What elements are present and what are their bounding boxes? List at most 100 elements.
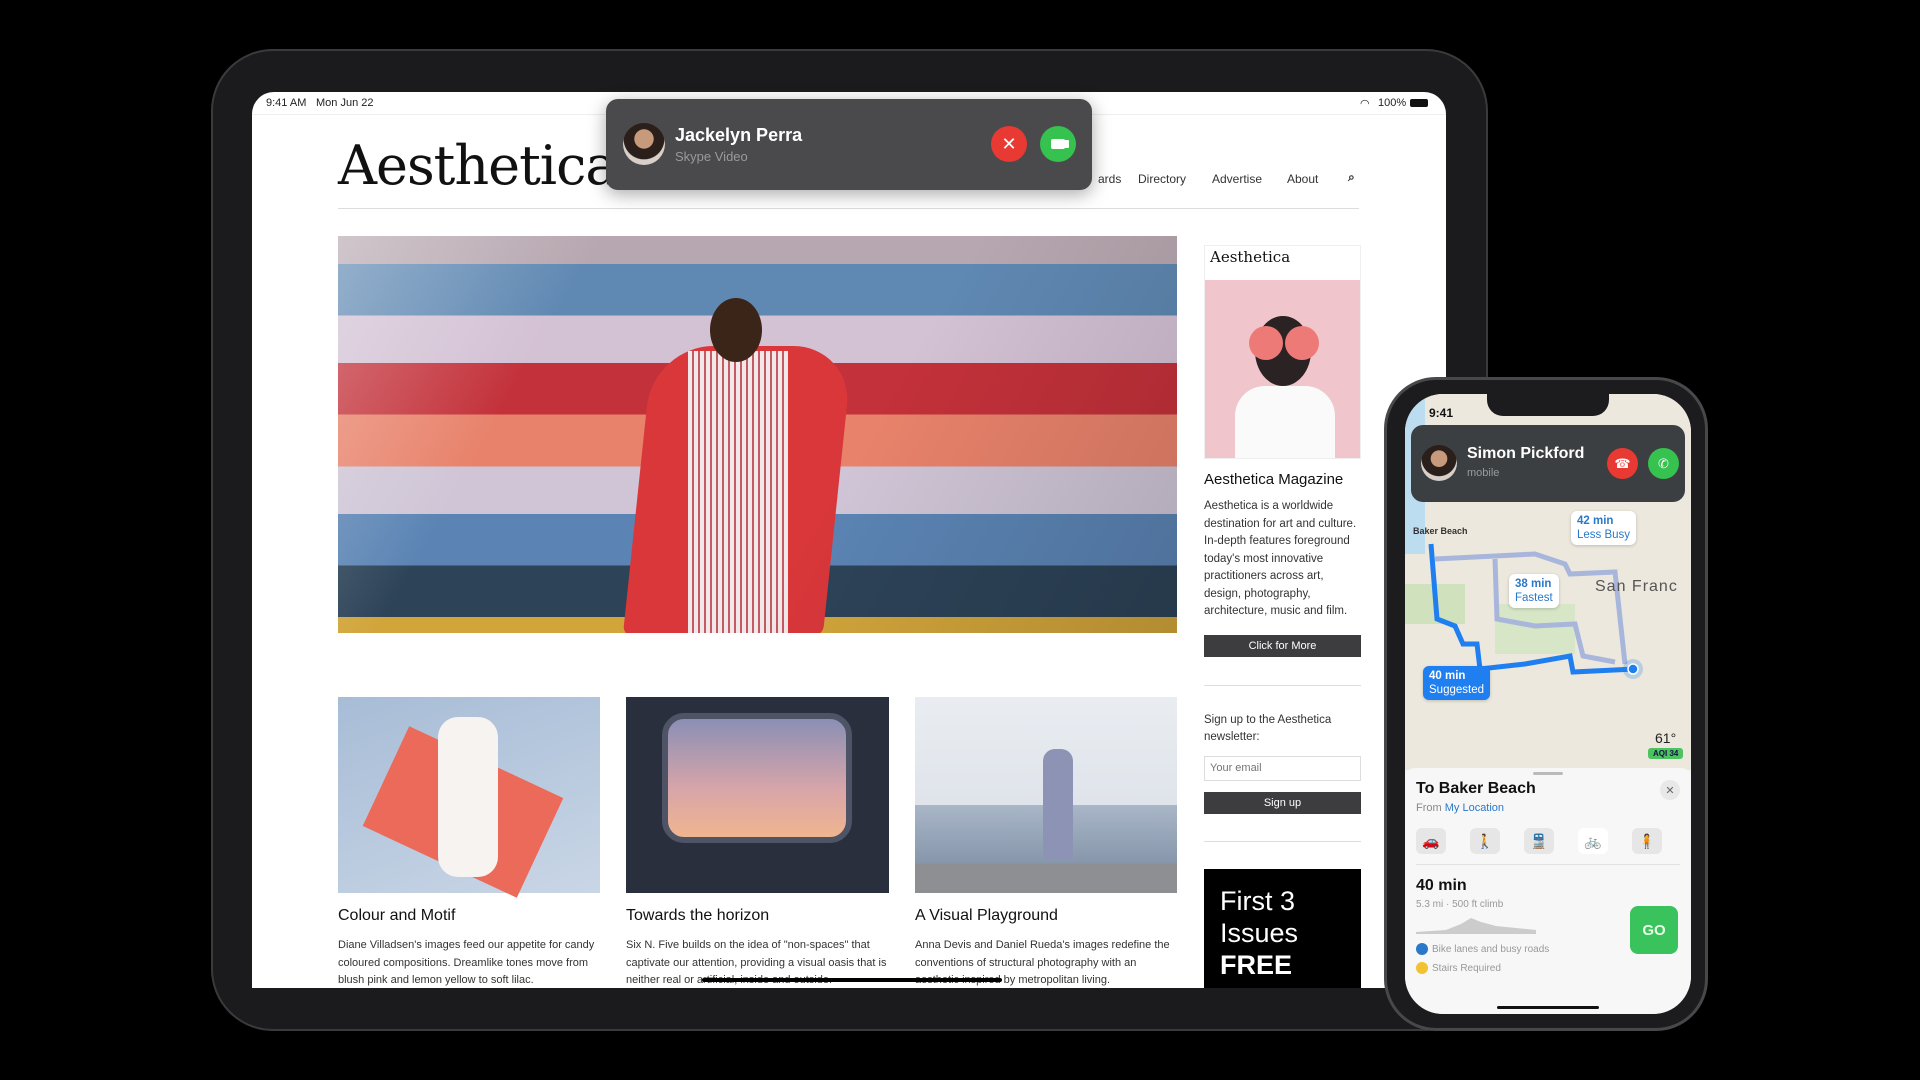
warning-icon [1416,962,1428,974]
white-figure [438,717,498,877]
article-card[interactable]: Colour and Motif Diane Villadsen's image… [338,697,600,988]
ipad-screen: 9:41 AM Mon Jun 22 ◠ 100% Aesthetica ard… [252,92,1446,988]
route-label: Less Busy [1577,529,1631,541]
directions-from: From My Location [1416,802,1504,814]
mode-rideshare-button[interactable]: 🧍 [1632,828,1662,854]
route-time: 40 min [1429,670,1466,682]
caller-name: Jackelyn Perra [675,125,803,145]
go-button[interactable]: GO [1630,906,1678,954]
route-label: Suggested [1429,684,1484,696]
current-location-icon [1627,663,1639,675]
site-logo[interactable]: Aesthetica [338,134,618,197]
divider [1416,864,1680,865]
nav-directory[interactable]: Directory [1138,172,1186,186]
nav-awards[interactable]: ards [1098,172,1121,186]
sidebar-divider-2 [1204,840,1361,842]
decline-button[interactable]: ☎ [1607,448,1638,479]
click-for-more-button[interactable]: Click for More [1204,634,1361,657]
hang-up-icon: ☎ [1614,455,1631,471]
ad-line: Issues [1220,917,1299,948]
route-duration: 40 min [1416,877,1467,894]
route-note: Stairs Required [1416,962,1501,974]
route-chip-suggested[interactable]: 40 min Suggested [1423,666,1490,700]
caller-name: Simon Pickford [1467,445,1585,462]
article-title[interactable]: Towards the horizon [626,907,889,925]
from-location-link[interactable]: My Location [1445,802,1504,814]
home-indicator [702,978,1002,982]
ad-line: First 3 [1220,885,1296,916]
article-title[interactable]: A Visual Playground [915,907,1177,925]
cover-body [1235,386,1335,458]
grapefruit-left [1249,326,1283,360]
mode-walk-button[interactable]: 🚶 [1470,828,1500,854]
woman-figure [1043,749,1073,859]
nav-about[interactable]: About [1287,172,1318,186]
bike-lane-icon [1416,943,1428,955]
hero-image[interactable] [338,236,1177,633]
incoming-call-banner[interactable]: Jackelyn Perra Skype Video ✕ [606,99,1092,190]
route-time: 38 min [1515,578,1552,590]
route-chip-fastest[interactable]: 38 min Fastest [1509,574,1559,608]
notch [1487,394,1609,416]
battery-percent: 100% [1378,97,1407,109]
elevation-graph [1416,918,1536,934]
close-icon: ✕ [1001,133,1017,154]
call-subtitle: mobile [1467,467,1500,479]
sign-up-button[interactable]: Sign up [1204,791,1361,814]
avatar [1421,445,1457,481]
route-note: Bike lanes and busy roads [1416,943,1549,955]
article-image [338,697,600,898]
home-indicator [1497,1006,1599,1009]
mode-transit-button[interactable]: 🚆 [1524,828,1554,854]
iphone-screen: Baker Beach San Franc 42 min Less Busy 38… [1405,394,1691,1014]
route-chip-less-busy[interactable]: 42 min Less Busy [1571,511,1637,545]
phone-icon: ✆ [1658,455,1669,471]
incoming-call-banner[interactable]: Simon Pickford mobile ☎ ✆ [1411,425,1685,502]
article-title[interactable]: Colour and Motif [338,907,600,925]
park-area [1495,604,1575,654]
car-icon: 🚗 [1422,832,1440,849]
sidebar: Aesthetica Aesthetica Magazine Aesthetic… [1204,245,1361,988]
sidebar-divider [1204,684,1361,686]
article-image [626,697,889,893]
nav-advertise[interactable]: Advertise [1212,172,1262,186]
article-card[interactable]: A Visual Playground Anna Devis and Danie… [915,697,1177,988]
directions-title: To Baker Beach [1416,780,1536,797]
header-divider [338,208,1359,209]
window [662,713,852,843]
sheet-grabber[interactable] [1533,772,1563,775]
accept-button[interactable]: ✆ [1648,448,1679,479]
newsletter-text: Sign up to the Aesthetica newsletter: [1204,713,1332,744]
wifi-icon: ◠ [1360,98,1370,110]
search-icon[interactable]: ⌕ [1348,170,1355,185]
article-card[interactable]: Towards the horizon Six N. Five builds o… [626,697,889,988]
grapefruit-right [1285,326,1319,360]
status-date: Mon Jun 22 [316,97,374,109]
cover-logo: Aesthetica [1210,248,1291,266]
email-input[interactable] [1204,755,1361,781]
magazine-cover[interactable]: Aesthetica [1204,245,1361,459]
mode-bike-button[interactable]: 🚲 [1578,828,1608,854]
transit-icon: 🚆 [1530,832,1548,849]
from-prefix: From [1416,802,1442,814]
bike-icon: 🚲 [1584,832,1602,849]
free-issues-ad[interactable]: First 3 Issues FREE [1204,868,1361,988]
map-label: Baker Beach [1413,526,1468,536]
call-subtitle: Skype Video [675,149,748,164]
mode-car-button[interactable]: 🚗 [1416,828,1446,854]
article-image [915,697,1177,893]
decline-button[interactable]: ✕ [991,126,1027,162]
video-camera-icon [1051,139,1065,149]
article-text: Diane Villadsen's images feed our appeti… [338,939,595,986]
weather-temp: 61° [1655,730,1677,746]
aqi-badge: AQI 34 [1648,748,1684,759]
close-button[interactable]: ✕ [1660,780,1680,800]
route-label: Fastest [1515,592,1553,604]
note-text: Bike lanes and busy roads [1432,943,1550,955]
hero-shade [338,236,1177,633]
status-time: 9:41 [1429,406,1454,420]
accept-video-button[interactable] [1040,126,1076,162]
rideshare-icon: 🧍 [1638,832,1656,849]
close-icon: ✕ [1665,784,1675,797]
avatar [623,123,665,165]
